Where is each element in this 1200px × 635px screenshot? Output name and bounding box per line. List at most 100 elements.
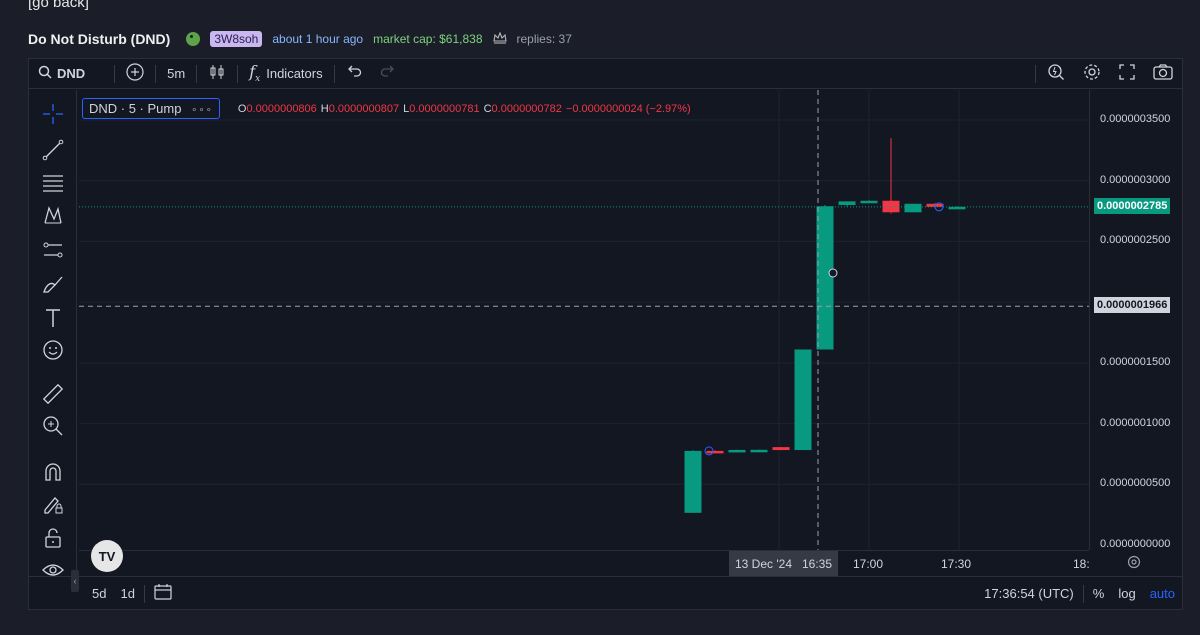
- candle-body: [728, 449, 746, 453]
- more-options-icon: ∘∘∘: [191, 105, 213, 116]
- symbol-search[interactable]: DND: [29, 59, 94, 89]
- candles-icon: [208, 63, 226, 84]
- search-icon: [38, 65, 52, 82]
- creator-avatar[interactable]: [186, 32, 201, 46]
- chart-settings-button[interactable]: [1074, 59, 1110, 89]
- fullscreen-button[interactable]: [1110, 59, 1144, 89]
- quick-search-button[interactable]: [1038, 59, 1074, 89]
- time-tick: 17:00: [853, 557, 884, 571]
- settings-circle-icon: [1127, 555, 1141, 573]
- replies-count: replies: 37: [516, 32, 572, 46]
- log-scale-toggle[interactable]: log: [1111, 586, 1142, 601]
- zoom-in-tool[interactable]: [41, 415, 65, 442]
- candle-body: [772, 447, 790, 451]
- range-1d-button[interactable]: 1d: [113, 586, 141, 601]
- text-icon: [42, 307, 64, 334]
- trend-line-icon: [42, 139, 64, 166]
- fib-tool[interactable]: [41, 172, 65, 196]
- goto-date-button[interactable]: [147, 583, 179, 604]
- time-axis[interactable]: 17:00 17:30 18:0 13 Dec '24 16:35: [79, 550, 1089, 577]
- trade-marker[interactable]: [828, 268, 838, 278]
- pattern-tool[interactable]: [41, 205, 65, 229]
- chart-top-toolbar: DND 5m fx Indicators: [29, 59, 1182, 89]
- auto-scale-toggle[interactable]: auto: [1143, 586, 1182, 601]
- indicators-label: Indicators: [266, 66, 323, 81]
- coin-title: Do Not Disturb (DND): [28, 31, 171, 47]
- go-back-link[interactable]: [go back]: [28, 0, 89, 11]
- candle-body: [684, 450, 702, 513]
- ohlc-close-value: 0.0000000782: [491, 102, 562, 115]
- trend-line-tool[interactable]: [41, 139, 65, 166]
- creator-username[interactable]: 3W8soh: [210, 31, 263, 47]
- utc-clock[interactable]: 17:36:54 (UTC): [977, 586, 1081, 601]
- emoji-tool[interactable]: [41, 339, 65, 366]
- price-tick: 0.0000002500: [1100, 234, 1171, 247]
- brush-tool[interactable]: [41, 274, 65, 298]
- time-tick: 17:30: [941, 557, 972, 571]
- tradingview-logo[interactable]: TV: [91, 540, 123, 572]
- quick-search-icon: [1047, 63, 1065, 84]
- toolbar-divider: [237, 64, 239, 83]
- ohlc-close-label: C: [483, 102, 492, 115]
- screenshot-button[interactable]: [1144, 59, 1182, 89]
- legend-symbol[interactable]: DND · 5 · Pump ∘∘∘: [82, 98, 220, 119]
- price-tick: 0.0000001000: [1100, 416, 1171, 429]
- pencil-lock-icon: [42, 493, 64, 520]
- price-axis[interactable]: 0.0000003500 0.0000003000 0.0000002500 0.00…: [1089, 90, 1183, 550]
- toolbar-divider: [143, 584, 145, 603]
- candle-body: [750, 449, 768, 453]
- magnet-icon: [42, 461, 64, 488]
- candlestick-chart: [79, 90, 1089, 550]
- redo-icon: [380, 65, 396, 82]
- percent-scale-toggle[interactable]: %: [1086, 586, 1112, 601]
- ruler-icon: [42, 383, 64, 410]
- brush-icon: [42, 273, 64, 300]
- price-tick: 0.0000003500: [1100, 113, 1171, 125]
- undo-button[interactable]: [337, 59, 371, 89]
- created-time: about 1 hour ago: [272, 32, 364, 46]
- crosshair-time-label: 13 Dec '24 16:35: [729, 551, 839, 577]
- ohlc-change: −0.0000000024 (−2.97%): [565, 102, 691, 115]
- camera-icon: [1153, 64, 1173, 83]
- candle-body: [904, 203, 922, 213]
- unlock-icon: [42, 527, 64, 554]
- redo-button[interactable]: [371, 59, 405, 89]
- chart-type-button[interactable]: [199, 59, 235, 89]
- projection-icon: [42, 239, 64, 266]
- current-price-tag: 0.0000002785: [1094, 197, 1171, 214]
- candle-body: [948, 206, 966, 210]
- ohlc-low-value: 0.0000000781: [409, 102, 480, 115]
- tradingview-chart: DND 5m fx Indicators ‹ DND · 5 · Pump ∘∘…: [28, 58, 1183, 610]
- function-icon: fx: [249, 62, 261, 85]
- range-5d-button[interactable]: 5d: [85, 586, 113, 601]
- magnet-tool[interactable]: [41, 462, 65, 486]
- text-tool[interactable]: [41, 308, 65, 332]
- chart-plot-area[interactable]: DND · 5 · Pump ∘∘∘ O 0.0000000806 H 0.0000…: [79, 90, 1089, 572]
- ohlc-high-label: H: [320, 102, 329, 115]
- price-tick: 0.0000001500: [1100, 355, 1171, 368]
- indicators-button[interactable]: fx Indicators: [240, 59, 331, 89]
- axis-settings-button[interactable]: [1127, 555, 1141, 574]
- candle-body: [706, 450, 724, 454]
- ohlc-open-value: 0.0000000806: [246, 102, 317, 115]
- crown-icon: [492, 31, 507, 47]
- horizontal-lines-icon: [42, 171, 64, 198]
- zoom-in-icon: [42, 415, 64, 442]
- ohlc-high-value: 0.0000000807: [328, 102, 400, 115]
- toolbar-divider: [114, 64, 116, 83]
- crosshair-tool[interactable]: [41, 103, 65, 130]
- price-tick: 0.0000000500: [1100, 477, 1171, 490]
- smiley-icon: [42, 339, 64, 366]
- measure-tool[interactable]: [41, 383, 65, 410]
- chart-bottom-bar: 5d 1d 17:36:54 (UTC) % log auto: [29, 576, 1182, 610]
- compare-symbol-button[interactable]: [117, 59, 153, 89]
- lock-all-tool[interactable]: [41, 527, 65, 554]
- lock-drawing-tool[interactable]: [41, 494, 65, 518]
- toolbar-divider: [333, 64, 335, 83]
- gear-icon: [1083, 63, 1101, 84]
- ohlc-open-label: O: [237, 102, 247, 115]
- interval-button[interactable]: 5m: [158, 59, 194, 89]
- crosshair-icon: [42, 103, 64, 130]
- prediction-tool[interactable]: [41, 240, 65, 264]
- calendar-icon: [154, 584, 172, 604]
